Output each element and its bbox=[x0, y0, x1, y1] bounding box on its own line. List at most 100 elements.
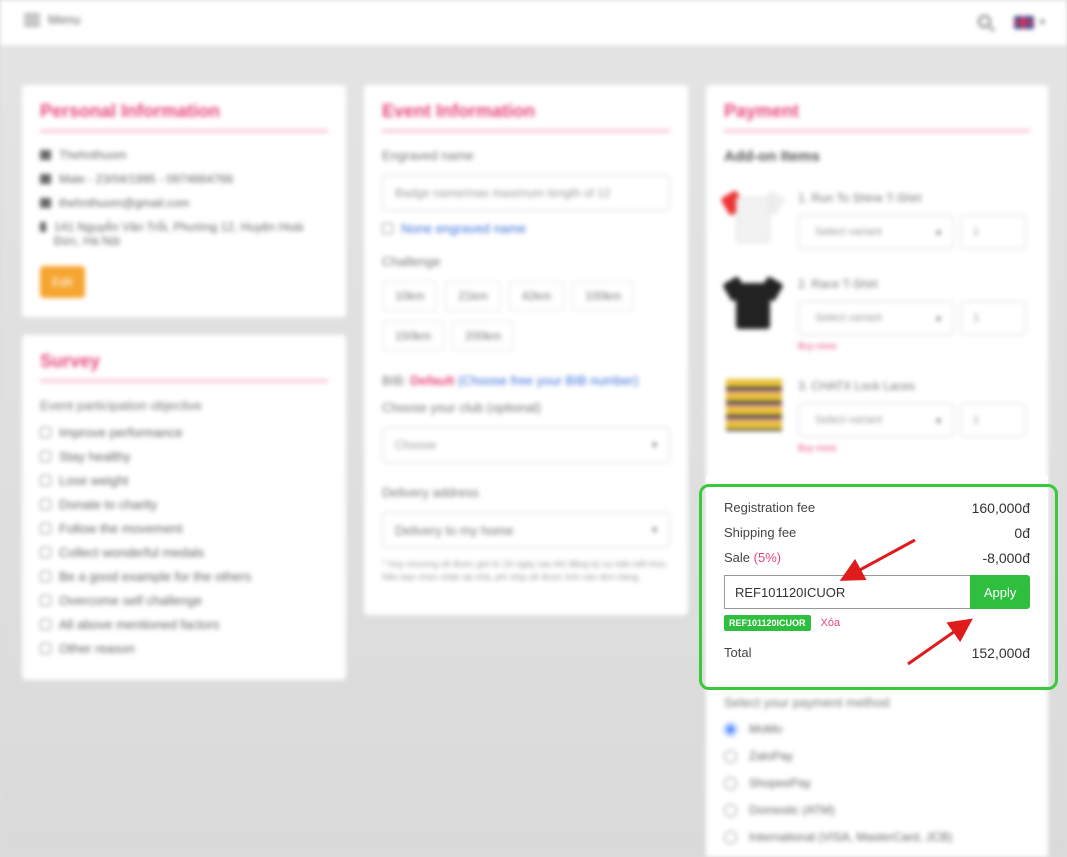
bib-default: Default bbox=[410, 373, 455, 388]
none-engraved-option[interactable]: None engraved name bbox=[382, 221, 670, 236]
black-shirt-image bbox=[722, 269, 784, 335]
survey-option[interactable]: Improve performance bbox=[40, 425, 328, 440]
challenge-chip[interactable]: 150km bbox=[382, 321, 445, 351]
checkbox[interactable] bbox=[40, 547, 51, 558]
delivery-select-value: Delivery to my home bbox=[395, 523, 514, 538]
chevron-down-icon: ▼ bbox=[650, 525, 659, 535]
payment-method-name: ZaloPay bbox=[749, 749, 794, 763]
checkbox[interactable] bbox=[40, 571, 51, 582]
survey-card: Survey Event participation objective Imp… bbox=[22, 335, 346, 680]
checkbox[interactable] bbox=[40, 523, 51, 534]
checkbox[interactable] bbox=[40, 619, 51, 630]
variant-select[interactable]: Select variant ▼ bbox=[798, 215, 954, 249]
info-name-text: Thehnthuom bbox=[59, 148, 127, 162]
survey-option-label: Lose weight bbox=[59, 473, 129, 488]
survey-option[interactable]: Stay healthy bbox=[40, 449, 328, 464]
survey-option-label: Overcome self challenge bbox=[59, 593, 203, 608]
quantity-input[interactable]: 1 bbox=[960, 301, 1026, 335]
radio-button[interactable] bbox=[724, 749, 737, 763]
shipping-fee-label: Shipping fee bbox=[724, 525, 797, 540]
bib-prefix: BIB: bbox=[382, 373, 407, 388]
sale-percent: (5%) bbox=[753, 550, 782, 565]
info-address-text: 141 Nguyễn Văn Trỗi, Phường 12, Huyện Ho… bbox=[54, 220, 304, 248]
menu-label: Menu bbox=[48, 12, 81, 27]
payment-method-option[interactable]: MoMo bbox=[724, 722, 1030, 736]
payment-method-option[interactable]: Domestic (ATM) bbox=[724, 803, 1030, 817]
sale-value: -8,000đ bbox=[982, 550, 1030, 566]
addon-name: 1. Run To Shine T-Shirt bbox=[798, 191, 922, 205]
user-icon bbox=[40, 174, 51, 184]
addon-item: 1. Run To Shine T-Shirt Select variant ▼ … bbox=[720, 183, 1030, 249]
radio-button[interactable] bbox=[724, 830, 737, 844]
top-bar: Menu ▼ bbox=[0, 0, 1067, 46]
challenge-chip[interactable]: 200km bbox=[452, 321, 515, 351]
shipping-fee-value: 0đ bbox=[1014, 525, 1030, 541]
payment-method-option[interactable]: ShopeePay bbox=[724, 776, 1030, 790]
challenge-chip[interactable]: 42km bbox=[508, 281, 565, 311]
variant-select-value: Select variant bbox=[815, 226, 882, 238]
coupon-code-input[interactable] bbox=[724, 575, 971, 609]
payment-method-option[interactable]: ZaloPay bbox=[724, 749, 1030, 763]
info-name: Thehnthuom bbox=[40, 148, 328, 162]
sale-row: Sale (5%) -8,000đ bbox=[724, 550, 1030, 566]
mail-icon bbox=[40, 198, 51, 208]
survey-option[interactable]: All above mentioned factors bbox=[40, 617, 328, 632]
addon-name: 2. Race T-Shirt bbox=[798, 277, 878, 291]
challenge-chip[interactable]: 10km bbox=[382, 281, 438, 311]
survey-option[interactable]: Other reason bbox=[40, 641, 328, 656]
remove-coupon-link[interactable]: Xóa bbox=[821, 617, 841, 629]
challenge-chip[interactable]: 21km bbox=[445, 281, 501, 311]
radio-button[interactable] bbox=[724, 722, 737, 736]
delivery-select[interactable]: Delivery to my home ▼ bbox=[382, 512, 670, 548]
radio-button[interactable] bbox=[724, 803, 737, 817]
checkbox[interactable] bbox=[40, 427, 51, 438]
challenge-label: Challenge bbox=[382, 254, 441, 269]
survey-option[interactable]: Overcome self challenge bbox=[40, 593, 328, 608]
event-info-card: Event Information Engraved name Badge na… bbox=[364, 85, 688, 615]
payment-method-option[interactable]: International (VISA, MasterCard, JCB) bbox=[724, 830, 1030, 844]
checkbox[interactable] bbox=[40, 643, 51, 654]
apply-coupon-button[interactable]: Apply bbox=[970, 575, 1030, 609]
blurred-background-page: Menu ▼ Personal Information Thehnthuom M… bbox=[0, 0, 1067, 857]
applied-coupon-row: REF101120ICUOR Xóa bbox=[724, 615, 1030, 631]
survey-option-label: Donate to charity bbox=[59, 497, 158, 512]
variant-select[interactable]: Select variant ▼ bbox=[798, 403, 954, 437]
variant-select[interactable]: Select variant ▼ bbox=[798, 301, 954, 335]
survey-option-label: All above mentioned factors bbox=[59, 617, 220, 632]
survey-option-label: Follow the movement bbox=[59, 521, 183, 536]
challenge-row: 150km 200km bbox=[382, 321, 670, 351]
checkbox[interactable] bbox=[40, 595, 51, 606]
addon-item: 2. Race T-Shirt Select variant ▼ 1 Buy mo… bbox=[722, 269, 1030, 351]
club-select[interactable]: Choose ▼ bbox=[382, 427, 670, 463]
bib-choose-link[interactable]: (Choose free your BIB number) bbox=[458, 373, 639, 388]
challenge-chip[interactable]: 100km bbox=[572, 281, 635, 311]
checkbox[interactable] bbox=[382, 223, 393, 234]
chevron-down-icon: ▼ bbox=[1038, 17, 1047, 27]
menu-button[interactable]: Menu bbox=[24, 12, 81, 27]
applied-coupon-badge: REF101120ICUOR bbox=[724, 615, 811, 631]
uk-flag-icon[interactable] bbox=[1014, 16, 1034, 29]
none-engraved-label: None engraved name bbox=[401, 221, 527, 236]
quantity-input[interactable]: 1 bbox=[960, 403, 1026, 437]
survey-option[interactable]: Lose weight bbox=[40, 473, 328, 488]
checkbox[interactable] bbox=[40, 475, 51, 486]
survey-option[interactable]: Follow the movement bbox=[40, 521, 328, 536]
survey-option[interactable]: Donate to charity bbox=[40, 497, 328, 512]
search-icon[interactable] bbox=[978, 15, 991, 28]
survey-option[interactable]: Collect wonderful medals bbox=[40, 545, 328, 560]
edit-button[interactable]: Edit bbox=[40, 266, 85, 298]
info-gender: Male - 23/04/1995 - 0974664766 bbox=[40, 172, 328, 186]
club-label: Choose your club (optional) bbox=[382, 400, 541, 415]
checkbox[interactable] bbox=[40, 451, 51, 462]
quantity-input[interactable]: 1 bbox=[960, 215, 1026, 249]
buy-more-link[interactable]: Buy more bbox=[798, 443, 1030, 453]
price-summary-panel: Registration fee 160,000đ Shipping fee 0… bbox=[706, 476, 1048, 688]
checkbox[interactable] bbox=[40, 499, 51, 510]
survey-option-label: Stay healthy bbox=[59, 449, 131, 464]
buy-more-link[interactable]: Buy more bbox=[798, 341, 1030, 351]
total-value: 152,000đ bbox=[971, 645, 1030, 661]
survey-option[interactable]: Be a good example for the others bbox=[40, 569, 328, 584]
payment-method-name: International (VISA, MasterCard, JCB) bbox=[749, 830, 953, 844]
radio-button[interactable] bbox=[724, 776, 737, 790]
engraved-name-input[interactable]: Badge name/max maximum length of 12 bbox=[382, 175, 670, 211]
